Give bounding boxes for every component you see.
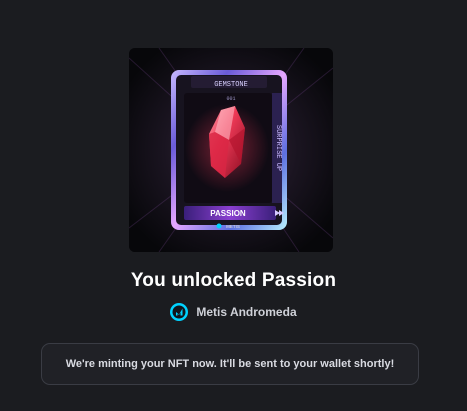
card-name: PASSION xyxy=(210,209,246,218)
metis-logo-icon xyxy=(170,303,189,321)
card-brand: GEMSTONE xyxy=(214,81,248,89)
unlock-title: You unlocked Passion xyxy=(130,270,337,291)
card-footer: METIS xyxy=(226,224,240,229)
card-side-text: SURPRISE UP xyxy=(274,125,282,171)
unlock-modal: GEMSTONE 001 SURPRISE UP PASSION METIS Y… xyxy=(0,0,467,411)
nft-card-image: GEMSTONE 001 SURPRISE UP PASSION METIS xyxy=(129,48,333,252)
network-badge: Metis Andromeda xyxy=(0,303,467,321)
minting-notice-text: We're minting your NFT now. It'll be sen… xyxy=(65,358,395,370)
minting-notice: We're minting your NFT now. It'll be sen… xyxy=(41,343,419,385)
nft-artwork: GEMSTONE 001 SURPRISE UP PASSION METIS xyxy=(129,48,333,252)
card-subtitle: 001 xyxy=(226,96,235,102)
network-name: Metis Andromeda xyxy=(196,305,297,319)
